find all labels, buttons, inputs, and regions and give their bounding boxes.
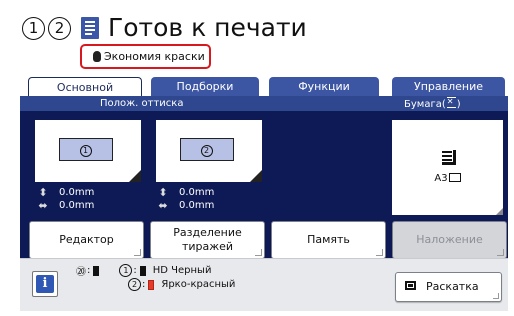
- tab-functions[interactable]: Функции: [269, 77, 379, 97]
- ink-2-name: Ярко-красный: [161, 279, 236, 290]
- info-icon: i: [36, 275, 54, 293]
- horizontal-arrows-icon: ⬌: [38, 199, 48, 212]
- drum-2-position-card[interactable]: 2: [156, 120, 262, 182]
- ink-1-row: ⑳ : 1 : HD Черный: [76, 264, 212, 278]
- ink-2-row: 2 : Ярко-красный: [128, 278, 235, 291]
- ink-1-swatch: [139, 265, 146, 276]
- drum-1-label: 1: [59, 138, 113, 161]
- drum-1-position-card[interactable]: 1: [35, 120, 141, 182]
- page-fold-icon: [496, 208, 503, 215]
- vertical-arrows-icon: ⬍: [38, 186, 48, 199]
- page-fold-icon: [250, 170, 262, 182]
- tab-basic[interactable]: Основной: [28, 77, 142, 97]
- tab-collate[interactable]: Подборки: [151, 77, 259, 97]
- title-row: 1 2 Готов к печати: [22, 12, 307, 44]
- vertical-arrows-icon: ⬍: [158, 186, 168, 199]
- page-title: Готов к печати: [108, 13, 307, 42]
- ink-2-swatch: [148, 279, 155, 290]
- drum-2-number: 2: [48, 16, 71, 40]
- ink-2-number: 2: [128, 278, 141, 291]
- overlay-button[interactable]: Наложение: [392, 221, 507, 259]
- document-lines-icon: [81, 17, 99, 39]
- editor-button[interactable]: Редактор: [29, 221, 144, 259]
- print-ready-screen: 1 2 Готов к печати Экономия краски Основ…: [0, 0, 514, 316]
- drum-1-vertical-offset: ⬍ 0.0mm: [36, 186, 94, 199]
- drum-ink-swatch: [93, 265, 100, 276]
- panel-header: Полож. оттиска Бумага(✕): [20, 96, 508, 111]
- drum-1-horizontal-offset: ⬌ 0.0mm: [36, 199, 94, 212]
- page-fold-icon: [129, 170, 141, 182]
- print-position-header: Полож. оттиска: [100, 98, 184, 109]
- idling-label: Раскатка: [426, 280, 479, 293]
- paper-header: Бумага(✕): [404, 97, 461, 110]
- drum-2-label: 2: [180, 138, 234, 161]
- ink-drop-icon: [93, 51, 101, 62]
- swap-arrows-icon: ✕: [446, 97, 456, 108]
- landscape-sheet-icon: [448, 173, 461, 182]
- ink-1-name: HD Черный: [152, 265, 212, 276]
- ink-1-number: 1: [119, 264, 133, 277]
- drum-2-vertical-offset: ⬍ 0.0mm: [156, 186, 214, 199]
- paper-tray-icon: [442, 150, 456, 165]
- monitor-icon: [405, 281, 416, 290]
- memory-button[interactable]: Память: [271, 221, 386, 259]
- ink-saving-badge: Экономия краски: [80, 44, 211, 69]
- info-button[interactable]: i: [32, 271, 58, 297]
- paper-size-label: A3: [392, 173, 503, 184]
- horizontal-arrows-icon: ⬌: [158, 199, 168, 212]
- ink-saving-label: Экономия краски: [104, 50, 205, 63]
- tab-management[interactable]: Управление: [392, 77, 505, 97]
- drum-1-number: 1: [22, 16, 45, 40]
- drum-status-icon: ⑳: [76, 267, 86, 278]
- paper-size-button[interactable]: A3: [392, 120, 503, 215]
- split-runs-button[interactable]: Разделение тиражей: [150, 221, 265, 259]
- idling-button[interactable]: Раскатка: [395, 272, 502, 302]
- drum-2-horizontal-offset: ⬌ 0.0mm: [156, 199, 214, 212]
- status-bar: i ⑳ : 1 : HD Черный 2 : Ярко-красный Рас…: [20, 258, 508, 311]
